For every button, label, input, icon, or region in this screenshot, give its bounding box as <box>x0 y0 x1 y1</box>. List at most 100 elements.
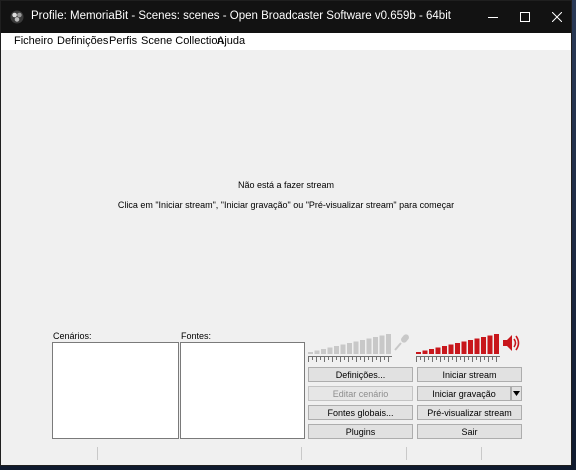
meter-bar <box>314 350 320 354</box>
meter-tick <box>384 357 385 360</box>
minimize-button[interactable] <box>477 1 509 33</box>
meter-bar <box>487 335 493 354</box>
status-separator <box>97 447 98 460</box>
meter-tick <box>420 357 421 360</box>
menu-help[interactable]: Ajuda <box>217 35 245 47</box>
meter-tick <box>328 357 329 360</box>
meter-tick <box>320 357 321 360</box>
start-recording-button[interactable]: Iniciar gravação <box>417 386 511 401</box>
meter-tick <box>476 357 477 360</box>
menu-profiles[interactable]: Perfis <box>109 35 137 47</box>
menu-file[interactable]: Ficheiro <box>14 35 53 47</box>
meter-bar <box>360 340 365 354</box>
sources-label: Fontes: <box>181 331 212 341</box>
meter-tick <box>340 357 341 362</box>
meter-tick <box>380 357 381 362</box>
obs-window: Profile: MemoriaBit - Scenes: scenes - O… <box>0 0 572 466</box>
menu-scene-collection[interactable]: Scene Collection <box>141 35 224 47</box>
window-title: Profile: MemoriaBit - Scenes: scenes - O… <box>31 10 451 22</box>
meter-tick <box>344 357 345 360</box>
stream-hint-text: Clica em "Iniciar stream", "Iniciar grav… <box>117 200 455 210</box>
status-separator <box>481 447 482 460</box>
meter-tick <box>432 357 433 362</box>
meter-tick <box>388 357 389 362</box>
status-bar <box>1 441 571 465</box>
maximize-button[interactable] <box>509 1 541 33</box>
status-separator <box>301 447 302 460</box>
meter-bar <box>321 349 326 354</box>
chevron-down-icon <box>513 391 520 396</box>
meter-bar <box>386 334 391 354</box>
exit-button[interactable]: Sair <box>417 424 522 439</box>
meter-tick <box>428 357 429 360</box>
meter-bar <box>429 349 434 354</box>
menu-bar: Ficheiro Definições Perfis Scene Collect… <box>1 33 571 50</box>
plugins-button[interactable]: Plugins <box>308 424 413 439</box>
meter-tick <box>464 357 465 362</box>
edit-scene-button: Editar cenário <box>308 386 413 401</box>
meter-bar <box>435 347 441 354</box>
scenes-list[interactable] <box>52 342 179 439</box>
meter-bar <box>416 352 421 354</box>
meter-tick <box>348 357 349 362</box>
meter-bar <box>494 334 499 354</box>
meter-bar <box>461 341 467 354</box>
meter-bar <box>366 338 372 354</box>
meter-tick <box>372 357 373 362</box>
meter-bar <box>340 344 346 354</box>
preview-stream-button[interactable]: Pré-visualizar stream <box>417 405 522 420</box>
meter-bar <box>481 337 486 354</box>
preview-area[interactable]: Não está a fazer stream Clica em "Inicia… <box>1 50 571 327</box>
meter-tick <box>484 357 485 360</box>
sources-list[interactable] <box>180 342 305 439</box>
meter-tick <box>492 357 493 360</box>
meter-tick <box>312 357 313 360</box>
meter-bar <box>422 350 428 354</box>
meter-baseline <box>308 356 392 357</box>
meter-bar <box>373 337 378 354</box>
meter-baseline <box>416 356 500 357</box>
meter-tick <box>324 357 325 362</box>
meter-bar <box>468 340 473 354</box>
scenes-label: Cenários: <box>53 331 92 341</box>
meter-tick <box>356 357 357 362</box>
meter-tick <box>452 357 453 360</box>
minimize-icon <box>488 17 498 18</box>
meter-tick <box>316 357 317 362</box>
stream-status-text: Não está a fazer stream <box>237 180 335 190</box>
microphone-icon[interactable] <box>392 333 412 353</box>
meter-tick <box>364 357 365 362</box>
meter-tick <box>472 357 473 362</box>
maximize-icon <box>520 12 530 22</box>
meter-tick <box>480 357 481 362</box>
meter-tick <box>424 357 425 362</box>
meter-tick <box>332 357 333 362</box>
meter-bar <box>308 352 313 354</box>
meter-tick <box>376 357 377 360</box>
meter-bar <box>455 343 460 354</box>
meter-tick <box>352 357 353 360</box>
meter-tick <box>448 357 449 362</box>
meter-tick <box>360 357 361 360</box>
meter-bar <box>334 346 339 354</box>
meter-tick <box>456 357 457 362</box>
meter-tick <box>440 357 441 362</box>
meter-tick <box>336 357 337 360</box>
meter-tick <box>468 357 469 360</box>
close-button[interactable] <box>541 1 573 33</box>
meter-bar <box>347 343 352 354</box>
meter-tick <box>496 357 497 362</box>
meter-bar <box>474 338 480 354</box>
recording-dropdown-button[interactable] <box>511 386 522 401</box>
meter-tick <box>460 357 461 360</box>
title-bar[interactable]: Profile: MemoriaBit - Scenes: scenes - O… <box>1 1 571 33</box>
global-sources-button[interactable]: Fontes globais... <box>308 405 413 420</box>
menu-settings[interactable]: Definições <box>57 35 108 47</box>
settings-button[interactable]: Definições... <box>308 367 413 382</box>
start-stream-button[interactable]: Iniciar stream <box>417 367 522 382</box>
meter-bar <box>327 347 333 354</box>
meter-tick <box>416 357 417 362</box>
meter-tick <box>368 357 369 360</box>
meter-bar <box>379 335 385 354</box>
speaker-icon[interactable] <box>501 333 521 353</box>
